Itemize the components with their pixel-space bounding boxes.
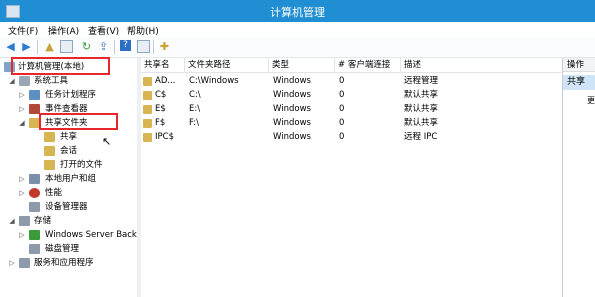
cell-clients: 0 bbox=[339, 104, 345, 114]
up-folder-icon[interactable]: ▲ bbox=[43, 40, 56, 53]
collapse-icon[interactable]: ◢ bbox=[8, 215, 16, 228]
cell-desc: 默认共享 bbox=[404, 118, 439, 128]
expand-icon[interactable]: ▷ bbox=[18, 89, 26, 102]
column-description[interactable]: 描述 bbox=[401, 58, 562, 72]
device-manager-icon bbox=[29, 202, 40, 212]
cell-clients: 0 bbox=[339, 90, 345, 100]
menu-bar: 文件(F) 操作(A) 查看(V) 帮助(H) bbox=[0, 22, 595, 37]
cell-path: C:\ bbox=[189, 90, 201, 100]
table-row[interactable]: AD... C:\Windows Windows 0 远程管理 bbox=[141, 75, 562, 88]
clock-icon bbox=[29, 90, 40, 100]
table-row[interactable]: E$ E:\ Windows 0 默认共享 bbox=[141, 103, 562, 116]
share-icon bbox=[143, 119, 152, 128]
mouse-cursor-icon: ↖ bbox=[102, 135, 112, 148]
actions-pane: 操作 共享 更 bbox=[562, 58, 595, 297]
column-folder-path[interactable]: 文件夹路径 bbox=[185, 58, 269, 72]
expand-icon[interactable]: ▷ bbox=[18, 187, 26, 200]
cell-type: Windows bbox=[273, 104, 311, 114]
menu-view[interactable]: 查看(V) bbox=[88, 24, 119, 37]
table-row[interactable]: F$ F:\ Windows 0 默认共享 bbox=[141, 117, 562, 130]
shares-list: 共享名 文件夹路径 类型 # 客户端连接 描述 AD... C:\Windows W… bbox=[141, 58, 562, 297]
cell-name: AD... bbox=[155, 76, 176, 86]
cell-name: E$ bbox=[155, 104, 166, 114]
back-icon[interactable]: ◀ bbox=[4, 40, 17, 53]
toolbar-separator bbox=[153, 40, 154, 54]
session-icon bbox=[44, 146, 55, 156]
share-icon bbox=[143, 77, 152, 86]
cell-name: IPC$ bbox=[155, 132, 174, 142]
column-share-name[interactable]: 共享名 bbox=[141, 58, 185, 72]
share-icon bbox=[143, 105, 152, 114]
share-icon bbox=[143, 91, 152, 100]
toolbar-separator bbox=[114, 40, 115, 54]
collapse-icon[interactable]: ◢ bbox=[18, 117, 26, 130]
disk-icon bbox=[29, 244, 40, 254]
properties-icon[interactable] bbox=[137, 40, 150, 53]
cell-desc: 默认共享 bbox=[404, 104, 439, 114]
help-icon[interactable]: ? bbox=[120, 40, 131, 51]
toolbar: ◀ ▶ ▲ ↻ ⇪ ? ✚ bbox=[0, 37, 595, 58]
cell-name: C$ bbox=[155, 90, 167, 100]
highlight-box-root bbox=[11, 57, 110, 75]
cell-type: Windows bbox=[273, 118, 311, 128]
cell-clients: 0 bbox=[339, 132, 345, 142]
console-tree-icon[interactable] bbox=[60, 40, 73, 53]
open-files-icon bbox=[44, 160, 55, 170]
column-client-connections[interactable]: # 客户端连接 bbox=[335, 58, 401, 72]
expand-icon[interactable]: ▷ bbox=[18, 173, 26, 186]
actions-more-item[interactable]: 更 bbox=[587, 95, 595, 106]
performance-icon bbox=[29, 188, 40, 198]
cell-desc: 远程 IPC bbox=[404, 132, 438, 142]
expand-icon[interactable]: ▷ bbox=[18, 229, 26, 242]
cell-type: Windows bbox=[273, 132, 311, 142]
cell-path: E:\ bbox=[189, 104, 201, 114]
cell-path: F:\ bbox=[189, 118, 199, 128]
share-icon bbox=[44, 132, 55, 142]
menu-action[interactable]: 操作(A) bbox=[48, 24, 79, 37]
title-bar: 计算机管理 bbox=[0, 0, 595, 22]
actions-shares-item[interactable]: 共享 bbox=[563, 75, 595, 90]
cell-desc: 默认共享 bbox=[404, 90, 439, 100]
toolbar-separator bbox=[37, 40, 38, 54]
cell-name: F$ bbox=[155, 118, 166, 128]
collapse-icon[interactable]: ◢ bbox=[8, 75, 16, 88]
backup-icon bbox=[29, 230, 40, 240]
table-row[interactable]: IPC$ Windows 0 远程 IPC bbox=[141, 131, 562, 144]
highlight-box-shared-folders bbox=[39, 113, 118, 130]
expand-icon[interactable]: ▷ bbox=[8, 257, 16, 270]
cell-path: C:\Windows bbox=[189, 76, 239, 86]
storage-icon bbox=[19, 216, 30, 226]
services-icon bbox=[19, 258, 30, 268]
users-icon bbox=[29, 174, 40, 184]
menu-file[interactable]: 文件(F) bbox=[8, 24, 38, 37]
forward-icon[interactable]: ▶ bbox=[20, 40, 33, 53]
export-list-icon[interactable]: ⇪ bbox=[97, 40, 110, 53]
cell-clients: 0 bbox=[339, 118, 345, 128]
new-share-icon[interactable]: ✚ bbox=[158, 40, 171, 53]
cell-clients: 0 bbox=[339, 76, 345, 86]
tools-icon bbox=[19, 76, 30, 86]
tree-windows-server-backup[interactable]: ▷ Windows Server Back bbox=[18, 229, 137, 242]
menu-help[interactable]: 帮助(H) bbox=[127, 24, 159, 37]
expand-icon[interactable]: ▷ bbox=[18, 103, 26, 116]
share-icon bbox=[143, 133, 152, 142]
cell-desc: 远程管理 bbox=[404, 76, 439, 86]
window-title: 计算机管理 bbox=[270, 6, 325, 19]
table-row[interactable]: C$ C:\ Windows 0 默认共享 bbox=[141, 89, 562, 102]
cell-type: Windows bbox=[273, 90, 311, 100]
column-type[interactable]: 类型 bbox=[269, 58, 335, 72]
console-tree: 计算机管理(本地) ◢ 系统工具 ▷ 任务计划程序 ▷ 事件查看器 ◢ 共享文件… bbox=[0, 58, 138, 297]
cell-type: Windows bbox=[273, 76, 311, 86]
actions-header: 操作 bbox=[563, 58, 595, 72]
refresh-icon[interactable]: ↻ bbox=[80, 40, 93, 53]
